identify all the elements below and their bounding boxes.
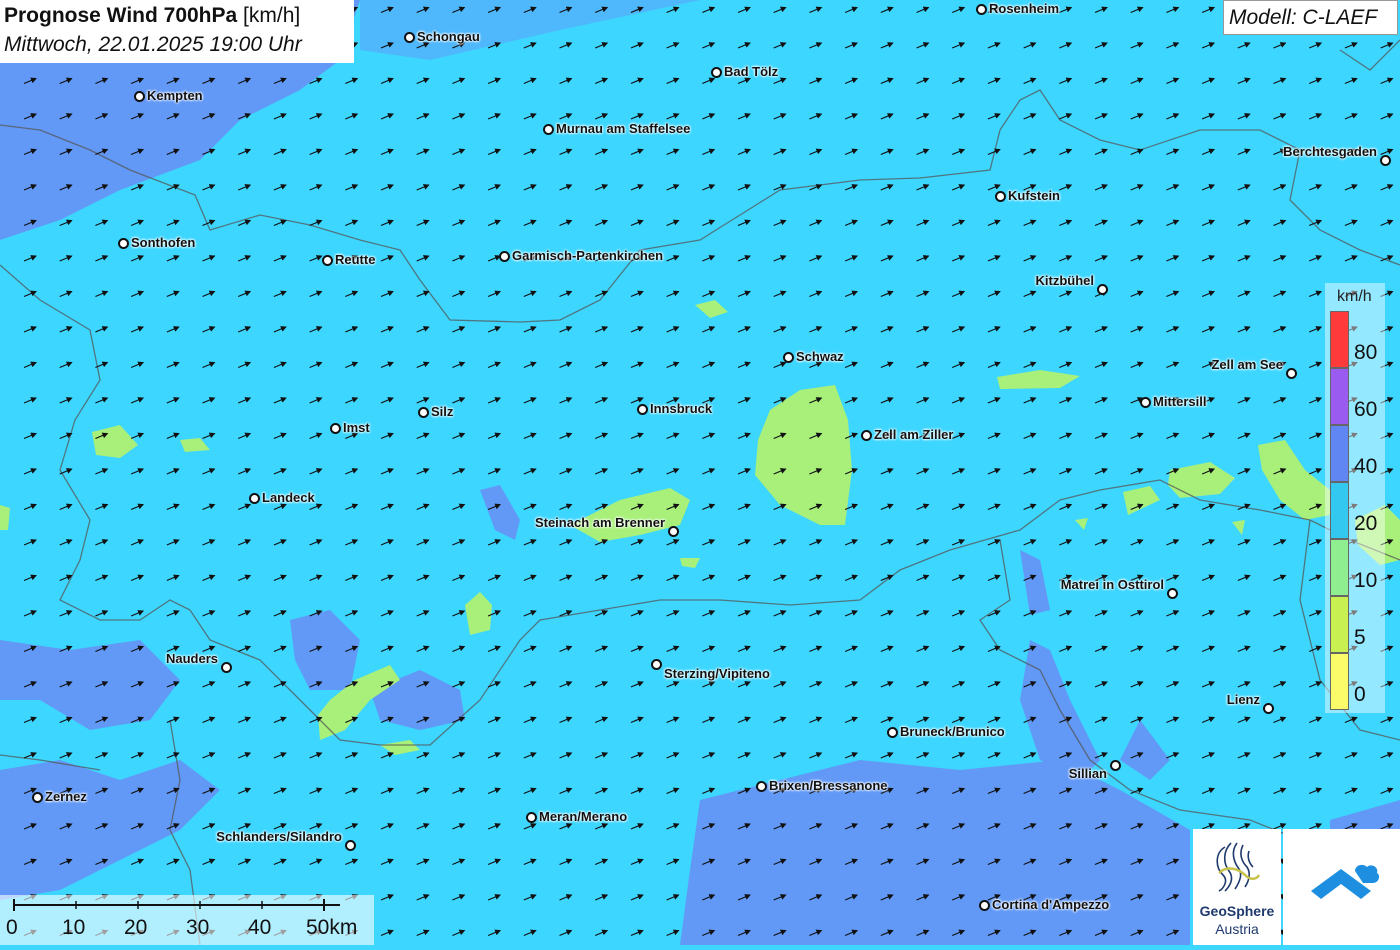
- city-label: Cortina d'Ampezzo: [992, 897, 1110, 912]
- city-dot: [1110, 760, 1121, 771]
- geosphere-icon: [1216, 842, 1261, 892]
- legend-swatch: [1330, 368, 1349, 425]
- city-dot: [330, 423, 341, 434]
- legend-swatch: [1330, 596, 1349, 653]
- city-label: Nauders: [165, 651, 218, 666]
- legend-swatch: [1330, 425, 1349, 482]
- legend-label: 20: [1354, 512, 1378, 535]
- partner-logo: [1283, 829, 1400, 945]
- city-label: Innsbruck: [650, 401, 713, 416]
- legend-unit: km/h: [1337, 288, 1372, 305]
- wind-map: [0, 0, 1400, 945]
- city-dot: [637, 404, 648, 415]
- city-dot: [1097, 284, 1108, 295]
- model-label: Modell: C-LAEF: [1229, 6, 1378, 29]
- legend-label: 40: [1354, 455, 1378, 478]
- scale-label: 40: [248, 916, 272, 939]
- city-label: Zell am See: [1211, 357, 1283, 372]
- logo-text-line2: Austria: [1215, 921, 1259, 937]
- city-label: Landeck: [262, 490, 315, 505]
- legend-label: 5: [1354, 626, 1366, 649]
- scale-label: 10: [62, 916, 86, 939]
- legend-label: 0: [1354, 683, 1366, 706]
- city-label: Kufstein: [1008, 188, 1060, 203]
- city-label: Schlanders/Silandro: [216, 829, 342, 844]
- title-box: Prognose Wind 700hPa [km/h] Mittwoch, 22…: [0, 0, 354, 63]
- city-label: Silz: [431, 404, 454, 419]
- legend-label: 80: [1354, 341, 1378, 364]
- city-dot: [221, 662, 232, 673]
- legend-swatch: [1330, 482, 1349, 539]
- cloud-chevron-icon: [1311, 864, 1380, 899]
- city-label: Bad Tölz: [724, 64, 779, 79]
- city-dot: [1380, 155, 1391, 166]
- color-legend: km/h 80 60 40 20 10 5 0: [1325, 283, 1385, 713]
- city-dot: [32, 792, 43, 803]
- city-label: Sterzing/Vipiteno: [664, 666, 770, 681]
- city-label: Schwaz: [796, 349, 844, 364]
- city-dot: [322, 255, 333, 266]
- city-label: Garmisch-Partenkirchen: [512, 248, 664, 263]
- city-dot: [979, 900, 990, 911]
- city-label: Brixen/Bressanone: [769, 778, 888, 793]
- city-dot: [711, 67, 722, 78]
- city-dot: [976, 4, 987, 15]
- scale-label: 30: [186, 916, 210, 939]
- city-label: Bruneck/Brunico: [900, 724, 1005, 739]
- scale-label: 20: [124, 916, 148, 939]
- city-dot: [1263, 703, 1274, 714]
- city-label: Matrei in Osttirol: [1060, 577, 1164, 592]
- city-dot: [1167, 588, 1178, 599]
- forecast-datetime: Mittwoch, 22.01.2025 19:00 Uhr: [4, 33, 302, 56]
- city-dot: [118, 238, 129, 249]
- city-label: Steinach am Brenner: [534, 515, 665, 530]
- scale-bar: 0 10 20 30 40 50km: [0, 895, 374, 945]
- city-dot: [543, 124, 554, 135]
- city-dot: [404, 32, 415, 43]
- model-box: Modell: C-LAEF: [1223, 0, 1398, 35]
- city-dot: [995, 191, 1006, 202]
- city-label: Reutte: [335, 252, 376, 267]
- city-label: Sillian: [1068, 766, 1107, 781]
- legend-label: 10: [1354, 569, 1378, 592]
- city-label: Zell am Ziller: [874, 427, 954, 442]
- legend-swatch: [1330, 653, 1349, 710]
- city-dot: [1286, 368, 1297, 379]
- city-label: Kitzbühel: [1035, 273, 1095, 288]
- city-dot: [134, 91, 145, 102]
- city-dot: [1140, 397, 1151, 408]
- city-label: Lienz: [1226, 692, 1260, 707]
- city-dot: [499, 251, 510, 262]
- city-dot: [526, 812, 537, 823]
- city-dot: [668, 526, 679, 537]
- geosphere-logo: GeoSphere Austria: [1193, 829, 1281, 945]
- city-dot: [418, 407, 429, 418]
- city-label: Kempten: [147, 88, 203, 103]
- legend-swatch: [1330, 311, 1349, 368]
- city-label: Mittersill: [1153, 394, 1207, 409]
- city-label: Imst: [343, 420, 370, 435]
- scale-label: 0: [6, 916, 18, 939]
- logo-text-line1: GeoSphere: [1199, 903, 1275, 919]
- title-unit: [km/h]: [243, 4, 301, 27]
- city-dot: [249, 493, 260, 504]
- city-dot: [651, 659, 662, 670]
- map-title: Prognose Wind 700hPa [km/h]: [4, 4, 300, 28]
- scale-label: 50km: [306, 916, 358, 939]
- city-label: Schongau: [417, 29, 480, 44]
- city-dot: [756, 781, 767, 792]
- city-dot: [861, 430, 872, 441]
- legend-label: 60: [1354, 398, 1378, 421]
- city-label: Murnau am Staffelsee: [556, 121, 691, 136]
- city-label: Zernez: [45, 789, 87, 804]
- city-dot: [783, 352, 794, 363]
- legend-swatch: [1330, 539, 1349, 596]
- city-label: Rosenheim: [989, 1, 1060, 16]
- title-main: Prognose Wind 700hPa: [4, 4, 238, 27]
- city-dot: [345, 840, 356, 851]
- city-dot: [887, 727, 898, 738]
- city-label: Berchtesgaden: [1283, 144, 1377, 159]
- city-label: Sonthofen: [131, 235, 196, 250]
- city-label: Meran/Merano: [539, 809, 628, 824]
